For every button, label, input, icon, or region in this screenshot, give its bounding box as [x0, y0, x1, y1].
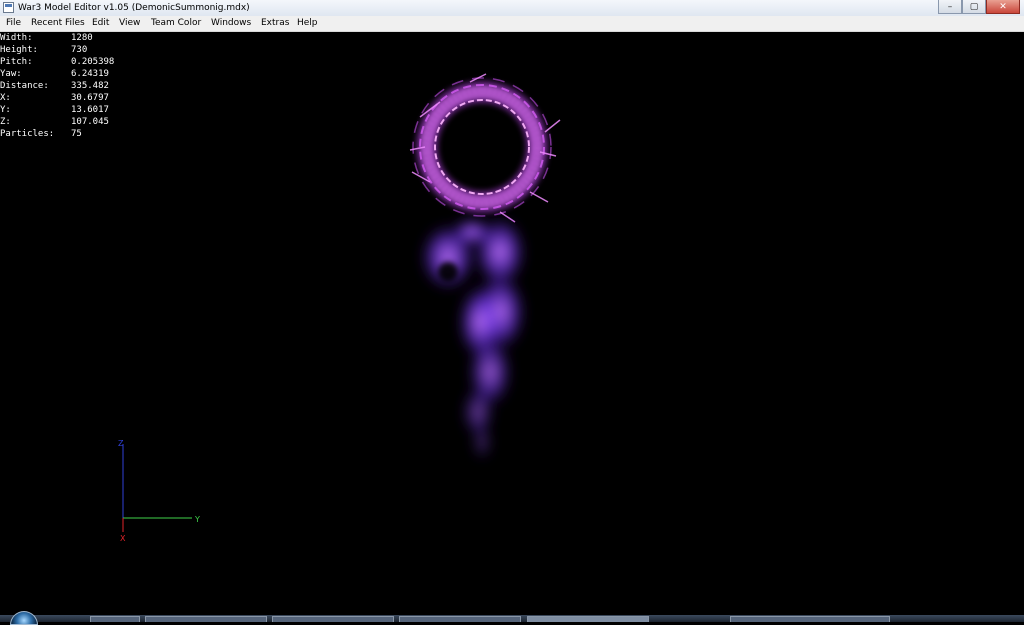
maximize-button[interactable]: ▢ — [962, 0, 986, 14]
stat-row: X: 30.6797 — [0, 93, 109, 103]
menu-file[interactable]: File — [4, 16, 23, 31]
y-axis-label: Y — [194, 515, 200, 524]
taskbar-button[interactable] — [399, 616, 521, 622]
stat-row: Y: 13.6017 — [0, 105, 109, 115]
menu-team-color[interactable]: Team Color — [149, 16, 203, 31]
taskbar-button[interactable] — [272, 616, 394, 622]
menu-help[interactable]: Help — [295, 16, 320, 31]
menu-edit[interactable]: Edit — [90, 16, 111, 31]
menu-windows[interactable]: Windows — [209, 16, 253, 31]
z-axis-label: Z — [118, 439, 124, 448]
taskbar-button-active[interactable] — [527, 616, 649, 622]
window-title: War3 Model Editor v1.05 (DemonicSummonig… — [18, 3, 250, 13]
scene-render: Z Y X — [118, 73, 561, 543]
model-viewport[interactable]: Z Y X Width: 1280 Height: 730 Pitch: 0.2053… — [0, 32, 1024, 615]
stat-row: Pitch: 0.205398 — [0, 57, 115, 67]
taskbar-button[interactable] — [90, 616, 140, 622]
title-bar[interactable]: War3 Model Editor v1.05 (DemonicSummonig… — [0, 0, 1024, 17]
menu-recent-files[interactable]: Recent Files — [29, 16, 87, 31]
taskbar-button[interactable] — [145, 616, 267, 622]
stat-row: Yaw: 6.24319 — [0, 69, 109, 79]
close-button[interactable]: ✕ — [986, 0, 1020, 14]
stat-row: Z: 107.045 — [0, 117, 109, 127]
x-axis-label: X — [120, 534, 126, 543]
stat-row: Distance: 335.482 — [0, 81, 109, 91]
menu-bar: File Recent Files Edit View Team Color W… — [0, 16, 1024, 32]
stats-overlay: Width: 1280 Height: 730 Pitch: 0.205398 Yaw… — [0, 32, 114, 140]
axis-gizmo: Z Y X — [118, 439, 200, 543]
summoning-ring — [409, 73, 561, 223]
smoke-wisp — [420, 216, 526, 460]
menu-view[interactable]: View — [117, 16, 142, 31]
stat-row: Height: 730 — [0, 45, 88, 55]
stat-row: Particles: 75 — [0, 129, 82, 139]
stat-row: Width: 1280 — [0, 33, 93, 43]
menu-extras[interactable]: Extras — [259, 16, 291, 31]
window-controls: – ▢ ✕ — [938, 0, 1020, 14]
notification-area[interactable] — [730, 616, 890, 622]
minimize-button[interactable]: – — [938, 0, 962, 14]
app-icon[interactable] — [3, 2, 14, 13]
